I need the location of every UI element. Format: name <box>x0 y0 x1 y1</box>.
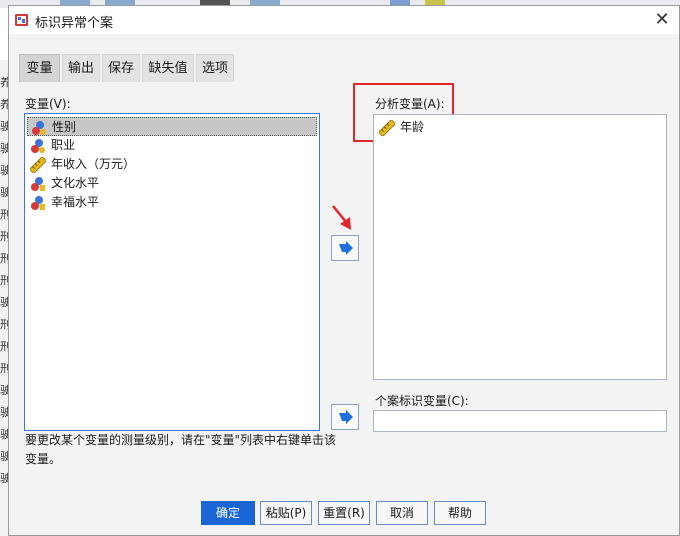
annotation-arrow-icon <box>332 205 351 230</box>
identify-unusual-cases-dialog: 标识异常个案 ✕ 变量 输出 保存 缺失值 选项 变量(V): 性别 职业 年收… <box>8 5 680 536</box>
app-icon <box>15 14 28 26</box>
variable-name: 文化水平 <box>51 176 100 190</box>
close-button[interactable]: ✕ <box>651 9 673 31</box>
tab-label: 缺失值 <box>148 61 188 76</box>
tab-missing-values[interactable]: 缺失值 <box>142 54 194 82</box>
ordinal-icon <box>31 196 45 210</box>
case-id-label: 个案标识变量(C): <box>375 394 469 408</box>
title-bar: 标识异常个案 ✕ <box>9 6 679 34</box>
arrow-right-icon <box>339 241 353 255</box>
variable-name: 年收入（万元） <box>51 157 136 171</box>
scale-ruler-icon <box>379 120 395 136</box>
list-item[interactable]: 幸福水平 <box>27 193 317 212</box>
tab-label: 变量 <box>26 61 53 76</box>
ordinal-icon <box>31 177 45 191</box>
tab-variables[interactable]: 变量 <box>19 54 60 82</box>
list-item[interactable]: 职业 <box>27 136 317 155</box>
window-title: 标识异常个案 <box>35 16 114 31</box>
case-id-field[interactable] <box>373 410 667 432</box>
tab-label: 输出 <box>67 61 94 76</box>
nominal-icon <box>32 121 46 135</box>
tab-label: 选项 <box>201 61 228 76</box>
tab-output[interactable]: 输出 <box>62 54 100 82</box>
analysis-variables-listbox[interactable]: 年龄 <box>373 114 667 380</box>
help-button[interactable]: 帮助 <box>434 501 486 525</box>
nominal-icon <box>31 139 45 153</box>
move-to-analysis-button[interactable] <box>331 235 359 261</box>
cancel-button[interactable]: 取消 <box>376 501 428 525</box>
list-item[interactable]: 年收入（万元） <box>27 155 317 174</box>
tab-options[interactable]: 选项 <box>196 54 234 82</box>
paste-button[interactable]: 粘贴(P) <box>260 501 312 525</box>
variable-name: 职业 <box>51 138 76 152</box>
tab-save[interactable]: 保存 <box>102 54 140 82</box>
analysis-variables-label: 分析变量(A): <box>375 97 445 111</box>
variable-name: 幸福水平 <box>51 195 100 209</box>
move-to-case-id-button[interactable] <box>331 404 359 430</box>
variables-listbox[interactable]: 性别 职业 年收入（万元） 文化水平 幸福水平 <box>24 113 320 431</box>
scale-ruler-icon <box>30 157 46 173</box>
arrow-right-icon <box>339 410 353 424</box>
list-item[interactable]: 文化水平 <box>27 174 317 193</box>
variable-name: 性别 <box>52 120 77 134</box>
list-item[interactable]: 年龄 <box>376 118 496 137</box>
list-item[interactable]: 性别 <box>27 117 317 136</box>
reset-button[interactable]: 重置(R) <box>318 501 370 525</box>
ok-button[interactable]: 确定 <box>201 501 255 525</box>
measurement-level-hint: 要更改某个变量的测量级别，请在"变量"列表中右键单击该变量。 <box>25 433 337 466</box>
close-icon: ✕ <box>654 9 670 30</box>
variable-name: 年龄 <box>400 120 425 134</box>
variables-label: 变量(V): <box>25 97 71 111</box>
tab-label: 保存 <box>107 61 134 76</box>
